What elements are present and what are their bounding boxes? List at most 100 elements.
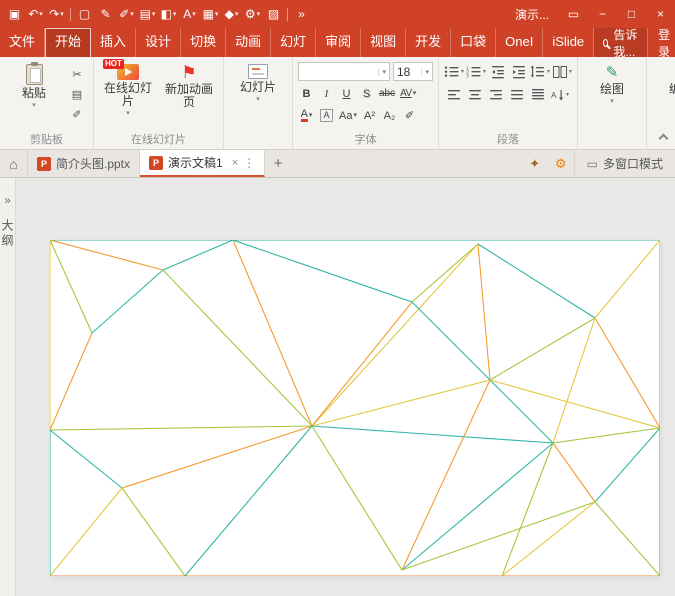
ribbon-tab-口袋[interactable]: 口袋	[451, 28, 496, 57]
copy-icon[interactable]: ▤	[66, 86, 88, 102]
multi-window-mode-button[interactable]: ▭ 多窗口模式	[574, 150, 675, 177]
maximize-button[interactable]: □	[617, 0, 646, 28]
online-slides-button[interactable]: HOT 在线幻灯片 ▾	[99, 61, 157, 117]
strikethrough-icon-glyph: abc	[379, 88, 395, 99]
format-painter-icon[interactable]: ✐	[66, 106, 88, 122]
ribbon-tab-开始[interactable]: 开始	[45, 28, 91, 57]
chevron-down-icon[interactable]: ▾	[421, 68, 429, 76]
underline-icon[interactable]: U	[338, 85, 355, 102]
save-icon[interactable]: ▣	[4, 2, 25, 26]
highlight-icon[interactable]: ✐	[401, 107, 418, 124]
draw-button[interactable]: ✎ 绘图 ▾	[583, 61, 641, 105]
ribbon-tab-文件[interactable]: 文件	[0, 28, 45, 57]
new-document-icon[interactable]: ▢	[74, 2, 95, 26]
paste-button[interactable]: 粘贴 ▾	[5, 61, 63, 109]
slide-layout-icon[interactable]: ▤▾	[137, 2, 158, 26]
ribbon-tab-审阅[interactable]: 审阅	[316, 28, 361, 57]
redo-icon[interactable]: ↷▾	[46, 2, 67, 26]
search-icon	[603, 39, 608, 47]
fill-color-icon[interactable]: ◧▾	[158, 2, 179, 26]
online-slides-group: HOT 在线幻灯片 ▾ ⚑ 新加动画页 在线幻灯片	[93, 57, 223, 149]
italic-icon[interactable]: I	[318, 85, 335, 102]
character-spacing-icon[interactable]: AV▾	[399, 85, 417, 102]
character-border-icon[interactable]: A	[318, 107, 335, 124]
decrease-indent-icon[interactable]	[488, 63, 507, 82]
shape-icon[interactable]: ◆▾	[221, 2, 242, 26]
font-name-select[interactable]: ▾	[298, 62, 390, 81]
picture-icon[interactable]: ▨	[263, 2, 284, 26]
ribbon-tab-插入[interactable]: 插入	[91, 28, 136, 57]
font-color-icon-glyph: A	[183, 8, 191, 20]
tab-menu-icon[interactable]: ⋮	[243, 156, 255, 170]
slide-panel-collapsed[interactable]: » 大纲	[0, 178, 16, 596]
paragraph-row-1: ▾123▾▾▾	[444, 61, 572, 83]
ribbon-tab-切换[interactable]: 切换	[181, 28, 226, 57]
mesh-line	[163, 240, 233, 270]
ribbon-tab-OneI[interactable]: OneI	[496, 28, 543, 57]
increase-indent-icon[interactable]	[509, 63, 528, 82]
ribbon-tab-动画[interactable]: 动画	[226, 28, 271, 57]
mesh-line	[478, 244, 490, 380]
more-tools-icon[interactable]: »	[291, 2, 312, 26]
slide-editing-area[interactable]	[16, 178, 675, 596]
close-tab-icon[interactable]: ×	[232, 157, 238, 169]
slide[interactable]	[50, 240, 660, 576]
wps-assistant-icon[interactable]: ✦	[522, 150, 548, 177]
undo-icon[interactable]: ↶▾	[25, 2, 46, 26]
ribbon-tab-视图[interactable]: 视图	[361, 28, 406, 57]
ribbon-tab-iSlide[interactable]: iSlide	[543, 28, 594, 57]
new-tab-button[interactable]: +	[265, 150, 291, 177]
mesh-line	[185, 426, 312, 576]
dropdown-caret: ▾	[32, 102, 36, 109]
distribute-icon[interactable]	[528, 86, 547, 105]
table-icon-glyph: ▦	[203, 8, 214, 20]
chevron-down-icon[interactable]: ▾	[378, 68, 386, 76]
numbered-list-icon[interactable]: 123▾	[466, 63, 486, 82]
strikethrough-icon[interactable]: abc	[378, 85, 396, 102]
change-case-icon[interactable]: Aa▾	[338, 107, 358, 124]
minimize-button[interactable]: −	[588, 0, 617, 28]
font-color-icon[interactable]: A▾	[179, 2, 200, 26]
new-slide-label: 幻灯片	[240, 81, 276, 94]
ribbon-tab-幻灯[interactable]: 幻灯	[271, 28, 316, 57]
text-direction-icon[interactable]: A▾	[549, 86, 569, 105]
cut-icon[interactable]: ✂	[66, 66, 88, 82]
italic-icon-glyph: I	[325, 88, 329, 100]
login-button[interactable]: 登录	[647, 28, 675, 57]
format-painter-icon[interactable]: ✐▾	[116, 2, 137, 26]
shadow-icon[interactable]: S	[358, 85, 375, 102]
paragraph-row-2: A▾	[444, 84, 569, 106]
superscript-icon[interactable]: A²	[361, 107, 378, 124]
font-color-icon[interactable]: A▾	[298, 107, 315, 124]
expand-panel-icon[interactable]: »	[4, 196, 10, 207]
align-right-icon[interactable]	[486, 86, 505, 105]
settings-gear-icon[interactable]: ⚙	[548, 150, 574, 177]
edit-button[interactable]: 编辑 ▾	[652, 61, 675, 105]
font-size-value: 18	[397, 65, 418, 79]
bullet-list-icon[interactable]: ▾	[444, 63, 464, 82]
document-tab[interactable]: P演示文稿1×⋮	[140, 150, 265, 177]
align-center-icon[interactable]	[465, 86, 484, 105]
new-animation-page-button[interactable]: ⚑ 新加动画页	[160, 61, 218, 109]
edit-label: 编辑	[669, 83, 675, 96]
draw-label: 绘图	[600, 83, 624, 96]
bold-icon[interactable]: B	[298, 85, 315, 102]
font-size-select[interactable]: 18 ▾	[393, 62, 433, 81]
home-icon[interactable]: ⌂	[0, 150, 28, 177]
tellme-search[interactable]: 告诉我...	[594, 28, 647, 57]
table-icon[interactable]: ▦▾	[200, 2, 221, 26]
settings-icon[interactable]: ⚙▾	[242, 2, 263, 26]
pen-icon[interactable]: ✎	[95, 2, 116, 26]
mesh-line	[553, 428, 660, 443]
ribbon-tab-设计[interactable]: 设计	[136, 28, 181, 57]
new-slide-button[interactable]: 幻灯片 ▾	[229, 61, 287, 103]
window-mode-icon[interactable]: ▭	[559, 0, 588, 28]
columns-icon[interactable]: ▾	[552, 63, 572, 82]
document-tab[interactable]: P简介头图.pptx	[28, 150, 140, 177]
close-button[interactable]: ×	[646, 0, 675, 28]
justify-icon[interactable]	[507, 86, 526, 105]
line-spacing-icon[interactable]: ▾	[530, 63, 550, 82]
align-left-icon[interactable]	[444, 86, 463, 105]
ribbon-tab-开发[interactable]: 开发	[406, 28, 451, 57]
subscript-icon[interactable]: A₂	[381, 107, 398, 124]
